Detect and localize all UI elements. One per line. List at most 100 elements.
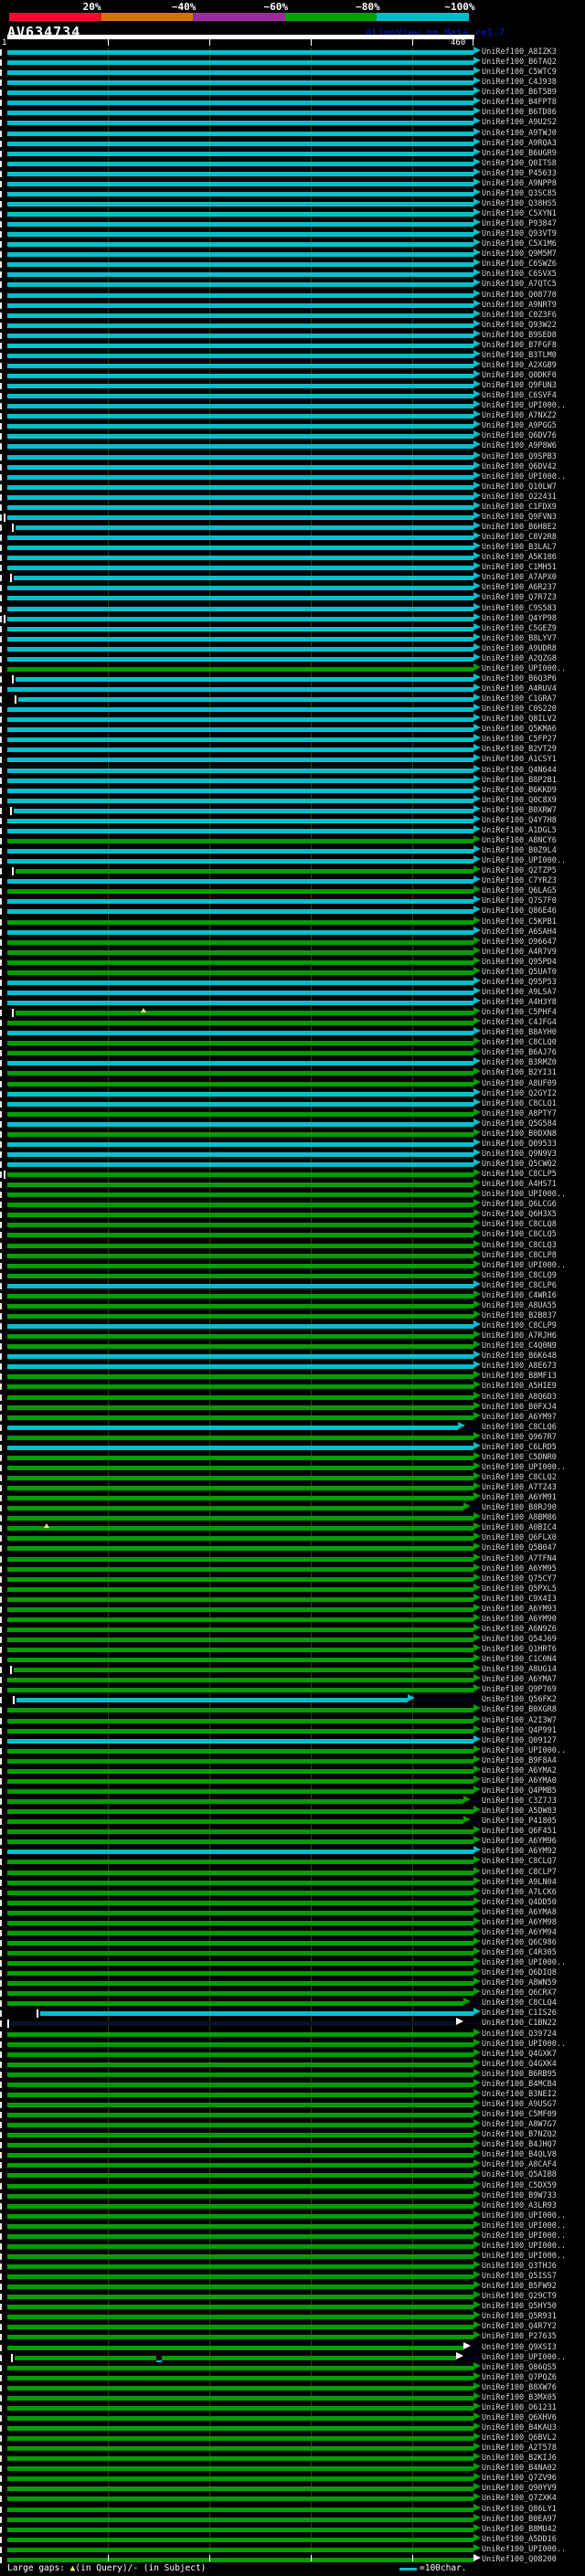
hit-label: UniRef100_Q6XHV6 xyxy=(482,2412,557,2422)
alignment-arrowhead-icon xyxy=(473,1644,481,1652)
row-left-mark xyxy=(0,827,2,834)
alignment-row: UniRef100_B8MF13 xyxy=(0,1371,585,1382)
hit-label: UniRef100_A1CSY1 xyxy=(482,755,557,765)
row-left-mark xyxy=(0,423,2,430)
hit-label: UniRef100_A6YM91 xyxy=(482,1493,557,1503)
alignment-bar xyxy=(7,687,473,693)
alignment-row: UniRef100_A6YMA0 xyxy=(0,1775,585,1786)
row-left-mark xyxy=(0,525,2,531)
alignment-bar xyxy=(7,959,473,965)
alignment-row: UniRef100_A2QZG8 xyxy=(0,652,585,664)
row-left-mark xyxy=(0,180,2,187)
row-left-mark xyxy=(0,1626,2,1633)
hit-label: UniRef100_C9S583 xyxy=(482,603,557,613)
alignment-arrowhead-icon xyxy=(473,461,481,469)
alignment-row: UniRef100_Q4N644 xyxy=(0,764,585,776)
alignment-arrowhead-icon xyxy=(473,2149,481,2157)
alignment-bar xyxy=(7,484,473,490)
alignment-arrowhead-icon xyxy=(473,1361,481,1369)
alignment-arrowhead-icon xyxy=(473,2473,481,2481)
hit-label: UniRef100_C0S220 xyxy=(482,705,557,715)
hit-label: UniRef100_C5KPB1 xyxy=(482,917,557,927)
alignment-arrowhead-icon xyxy=(473,97,481,105)
alignment-bar xyxy=(7,2466,473,2472)
hit-label: UniRef100_UPI000.. xyxy=(482,2352,567,2362)
hit-label: UniRef100_Q9M5M7 xyxy=(482,249,557,260)
alignment-row: UniRef100_C5X1M6 xyxy=(0,239,585,249)
alignment-arrowhead-icon xyxy=(473,1876,481,1884)
alignment-row: UniRef100_C8CLQ7 xyxy=(0,1856,585,1867)
alignment-bar xyxy=(7,1718,473,1723)
alignment-row: UniRef100_Q6BVL2 xyxy=(0,2433,585,2443)
alignment-row: UniRef100_UPI000.. xyxy=(0,471,585,482)
alignment-arrowhead-icon xyxy=(473,946,481,954)
alignment-arrowhead-icon xyxy=(473,744,481,752)
row-left-mark xyxy=(0,393,2,400)
alignment-bar xyxy=(7,1951,473,1956)
row-left-mark xyxy=(0,1424,2,1431)
alignment-arrowhead-icon xyxy=(473,2513,481,2521)
alignment-row: UniRef100_Q7ZXK4 xyxy=(0,2493,585,2504)
alignment-bar xyxy=(7,1041,473,1046)
alignment-row: UniRef100_C8CLQ9 xyxy=(0,1269,585,1281)
alignment-bar xyxy=(7,909,473,915)
hit-label: UniRef100_C1C0N4 xyxy=(482,1655,557,1665)
hit-label: UniRef100_UPI000.. xyxy=(482,1462,567,1472)
hit-label: UniRef100_C9X4I3 xyxy=(482,1594,557,1604)
alignment-row: UniRef100_A4RUV4 xyxy=(0,684,585,694)
row-left-mark xyxy=(0,1960,2,1967)
alignment-arrowhead-icon xyxy=(473,1199,481,1207)
label-connector xyxy=(465,1426,480,1428)
alignment-arrowhead-icon xyxy=(473,2068,481,2076)
alignment-row: UniRef100_A1CSY1 xyxy=(0,754,585,765)
alignment-bar xyxy=(7,1940,473,1945)
hit-label: UniRef100_B3RMZ0 xyxy=(482,1058,557,1068)
alignment-bar xyxy=(7,1455,473,1460)
alignment-bar xyxy=(7,1566,473,1572)
hit-label: UniRef100_B8MU42 xyxy=(482,2524,557,2534)
alignment-row: UniRef100_A8NCY6 xyxy=(0,834,585,846)
row-left-mark xyxy=(0,1161,2,1169)
alignment-bar xyxy=(7,1627,473,1632)
alignment-row: UniRef100_B6T5B9 xyxy=(0,87,585,98)
alignment-arrowhead-icon xyxy=(473,1634,481,1642)
alignment-bar xyxy=(7,798,473,803)
row-left-mark xyxy=(0,1010,2,1017)
alignment-arrowhead-icon xyxy=(473,147,481,155)
row-left-mark xyxy=(0,332,2,339)
alignment-arrowhead-icon xyxy=(473,2179,481,2188)
alignment-bar xyxy=(15,676,473,682)
alignment-arrowhead-icon xyxy=(473,1573,481,1581)
alignment-row: UniRef100_B2VT29 xyxy=(0,744,585,755)
alignment-arrowhead-icon xyxy=(473,1108,481,1116)
row-left-mark xyxy=(0,1495,2,1502)
alignment-bar xyxy=(7,1506,463,1511)
hit-label: UniRef100_Q4P991 xyxy=(482,1725,557,1735)
score-key-segment xyxy=(101,13,194,21)
alignment-bar xyxy=(7,566,473,571)
row-left-mark xyxy=(0,2344,2,2351)
alignment-row: UniRef100_A6YMA8 xyxy=(0,1906,585,1918)
row-left-mark xyxy=(0,575,2,582)
row-left-mark xyxy=(0,928,2,936)
row-left-mark xyxy=(0,1292,2,1299)
alignment-row: UniRef100_B6Q3P6 xyxy=(0,673,585,684)
alignment-arrowhead-icon xyxy=(473,865,481,874)
hit-label: UniRef100_A9TWJ0 xyxy=(482,128,557,138)
alignment-arrowhead-icon xyxy=(473,916,481,924)
alignment-arrowhead-icon xyxy=(473,652,481,661)
alignment-bar xyxy=(7,2325,473,2330)
alignment-row: UniRef100_Q5KMA6 xyxy=(0,724,585,735)
hit-label: UniRef100_Q7PQZ6 xyxy=(482,2372,557,2382)
alignment-bar xyxy=(7,374,473,379)
alignment-bar xyxy=(7,1728,473,1733)
alignment-arrowhead-icon xyxy=(473,522,481,529)
label-connector xyxy=(470,2003,480,2005)
alignment-arrowhead-icon xyxy=(473,359,481,367)
row-left-mark xyxy=(0,1050,2,1057)
hit-label: UniRef100_A8CAF4 xyxy=(482,2160,557,2170)
alignment-row: UniRef100_B4JHQ7 xyxy=(0,2139,585,2150)
query-gap-marker-icon xyxy=(140,1008,146,1013)
alignment-arrowhead-icon xyxy=(456,2351,464,2359)
alignment-bar xyxy=(7,990,473,995)
